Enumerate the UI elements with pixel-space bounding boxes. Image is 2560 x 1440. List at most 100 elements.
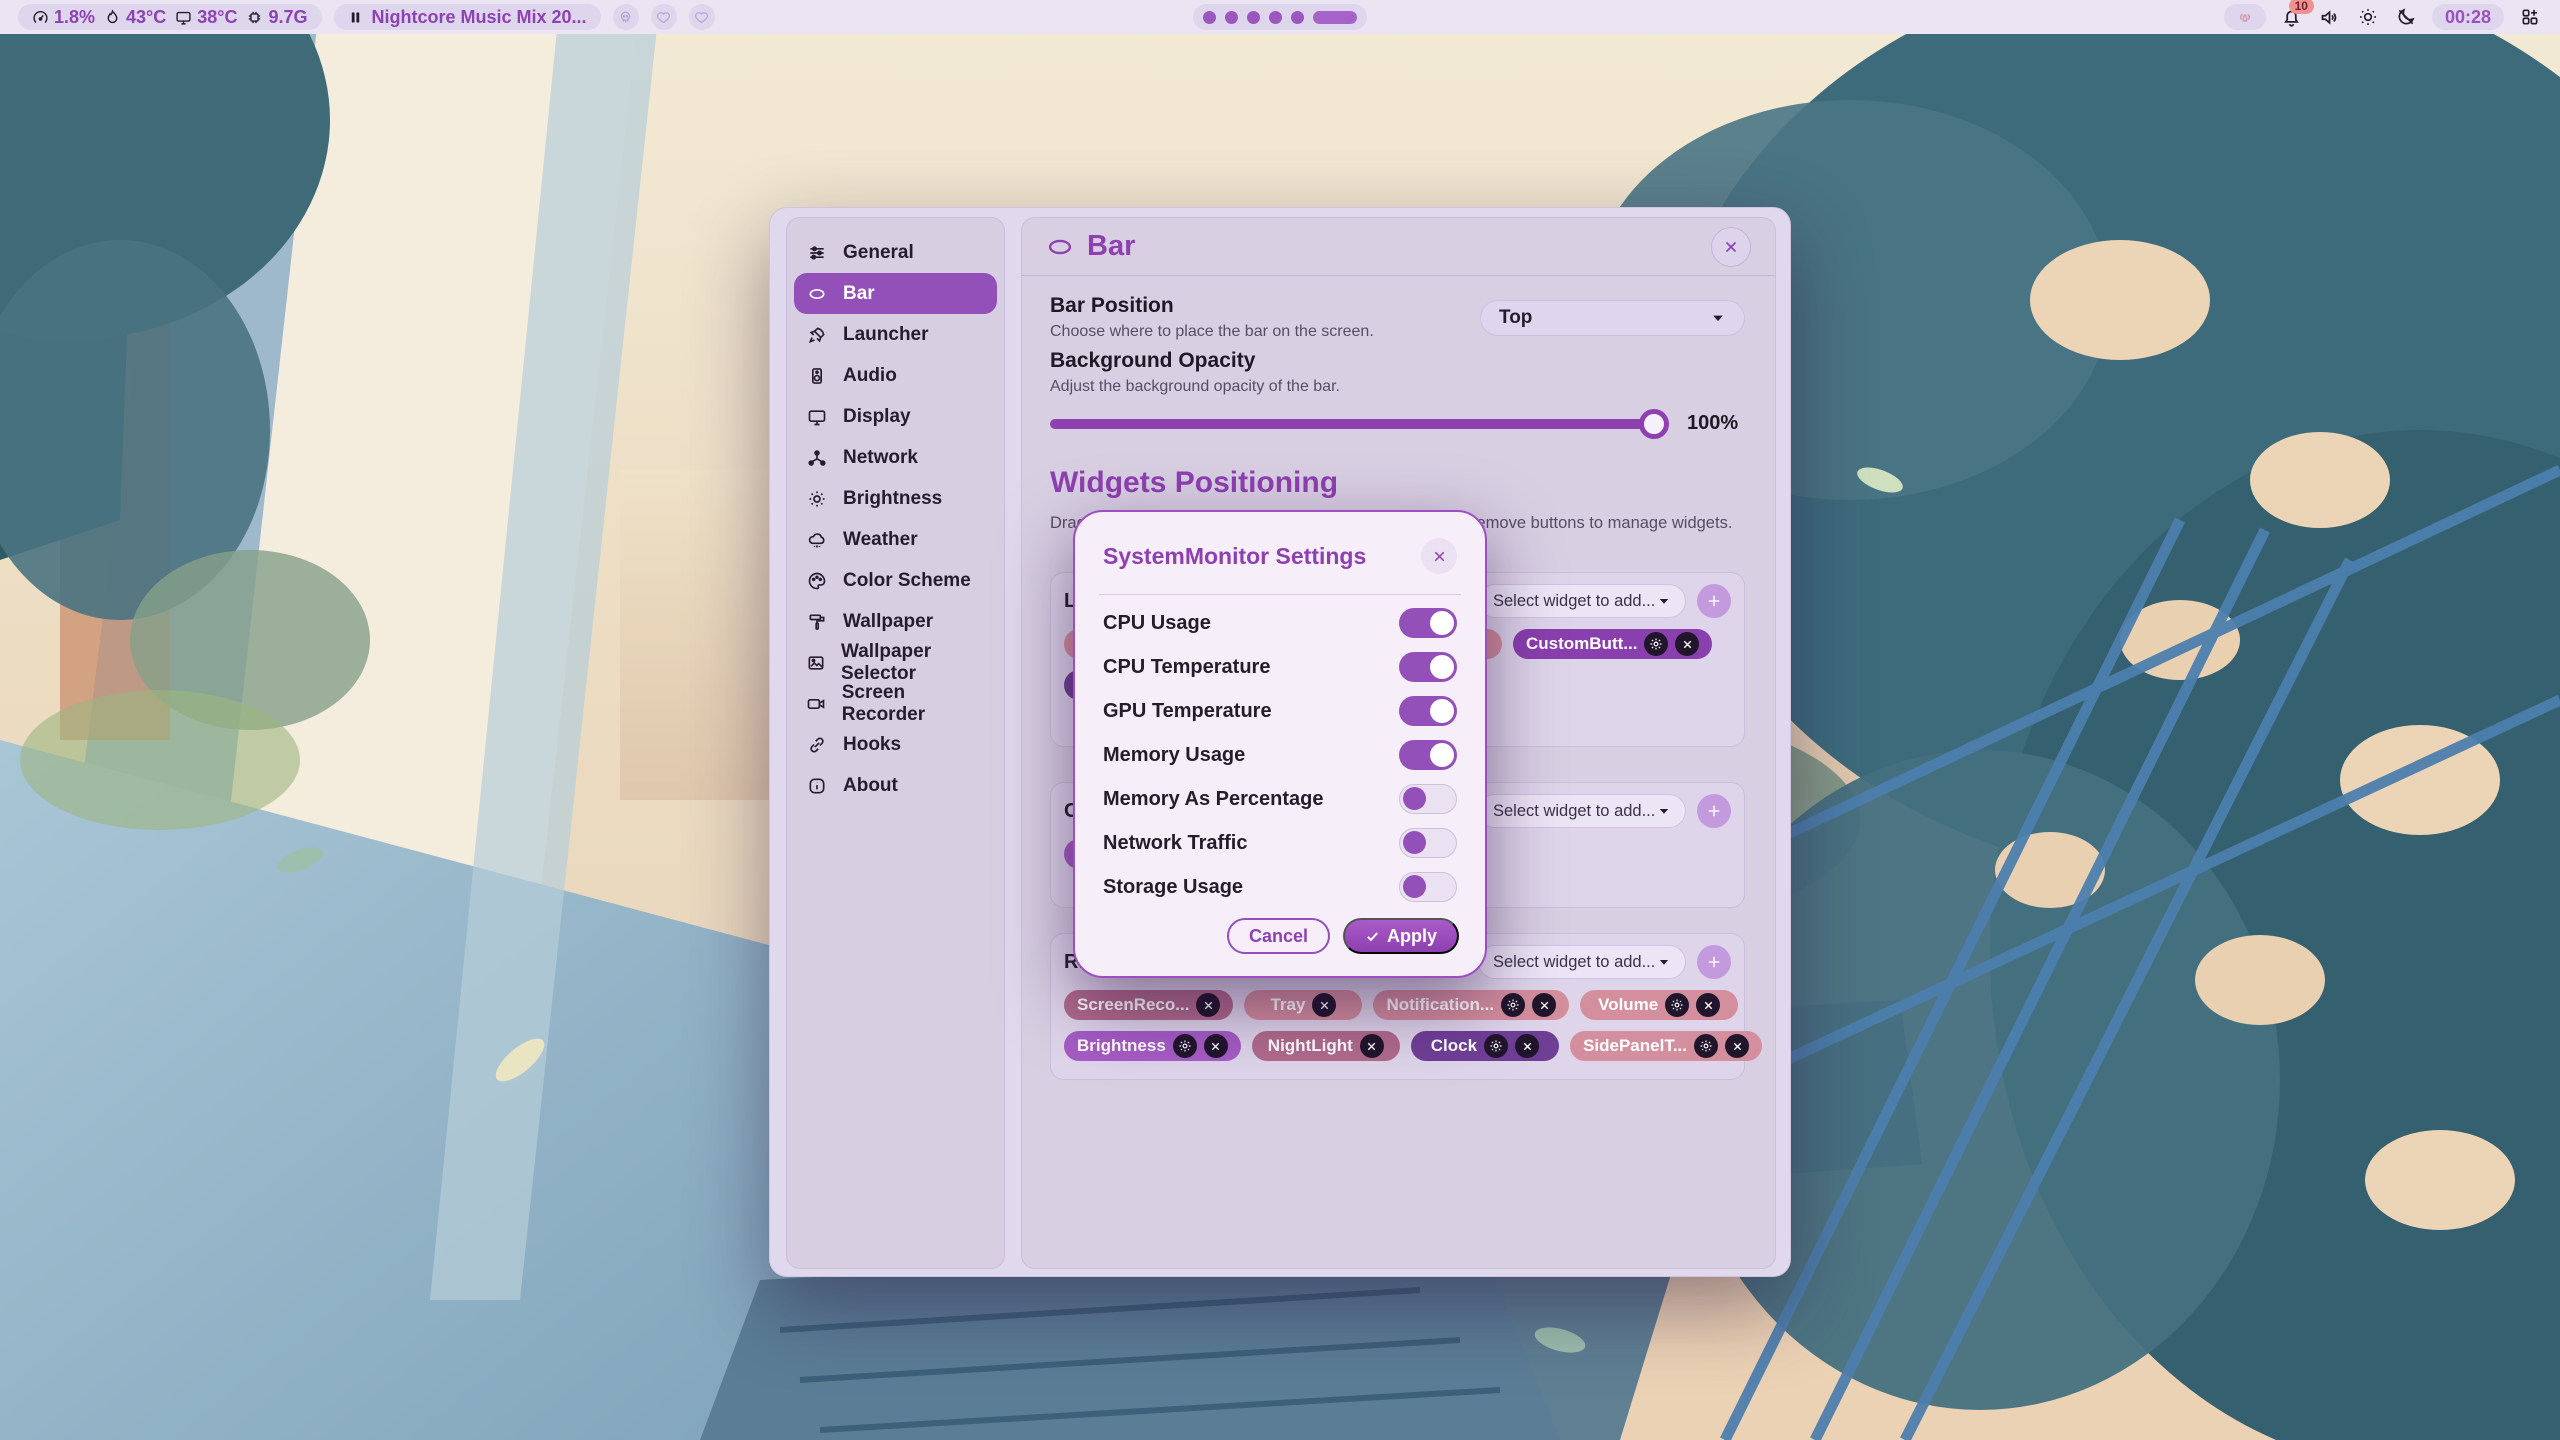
widget-chip[interactable]: Clock: [1411, 1031, 1559, 1061]
toggle-knob: [1430, 611, 1454, 635]
heart-button[interactable]: [689, 4, 715, 30]
toggle-label: Memory As Percentage: [1103, 788, 1323, 811]
toggle-row: Memory Usage: [1103, 733, 1457, 777]
close-icon: [1521, 1040, 1534, 1053]
widget-chip-label: Volume: [1598, 995, 1658, 1015]
workspace-dot[interactable]: [1291, 11, 1304, 24]
cancel-button[interactable]: Cancel: [1227, 918, 1330, 954]
widgets-positioning-title: Widgets Positioning: [1050, 466, 1338, 500]
widget-remove-button[interactable]: [1312, 993, 1336, 1017]
sidebar-item-network[interactable]: Network: [794, 437, 997, 478]
widget-chip[interactable]: Tray: [1244, 990, 1362, 1020]
sidebar-item-label: Weather: [843, 529, 918, 551]
heart-button[interactable]: [651, 4, 677, 30]
widget-remove-button[interactable]: [1360, 1034, 1384, 1058]
right-add-widget-button[interactable]: [1697, 945, 1731, 979]
sidebar-item-display[interactable]: Display: [794, 396, 997, 437]
toggle-memory-usage[interactable]: [1399, 740, 1457, 770]
gear-icon: [1506, 998, 1520, 1012]
toggle-cpu-usage[interactable]: [1399, 608, 1457, 638]
clock-widget[interactable]: 00:28: [2432, 4, 2504, 30]
widget-remove-button[interactable]: [1515, 1034, 1539, 1058]
tray-app-icon: [2237, 9, 2253, 25]
widget-settings-button[interactable]: [1484, 1034, 1508, 1058]
workspace-active-pill[interactable]: [1313, 11, 1357, 24]
widget-remove-button[interactable]: [1696, 993, 1720, 1017]
sidebar-item-hooks[interactable]: Hooks: [794, 724, 997, 765]
widget-remove-button[interactable]: [1204, 1034, 1228, 1058]
speaker-box-icon: [806, 366, 828, 386]
widget-remove-button[interactable]: [1725, 1034, 1749, 1058]
left-add-widget-select[interactable]: Select widget to add...: [1478, 584, 1686, 618]
bar-position-select[interactable]: Top: [1480, 300, 1745, 336]
skull-button[interactable]: [613, 4, 639, 30]
widget-chip[interactable]: Brightness: [1064, 1031, 1241, 1061]
sidebar-item-wallpaper[interactable]: Wallpaper: [794, 601, 997, 642]
right-add-widget-select[interactable]: Select widget to add...: [1478, 945, 1686, 979]
widget-settings-button[interactable]: [1644, 632, 1668, 656]
workspace-dot[interactable]: [1225, 11, 1238, 24]
toggle-memory-as-percentage[interactable]: [1399, 784, 1457, 814]
close-icon: [1202, 999, 1215, 1012]
dashboard-button[interactable]: [2518, 5, 2542, 29]
sidebar-item-about[interactable]: About: [794, 765, 997, 806]
workspace-indicator[interactable]: [1193, 4, 1367, 30]
add-widget-placeholder: Select widget to add...: [1493, 953, 1655, 972]
volume-button[interactable]: [2318, 5, 2342, 29]
sidebar-item-general[interactable]: General: [794, 232, 997, 273]
video-camera-icon: [806, 694, 827, 714]
widget-chip[interactable]: Notification...: [1373, 990, 1569, 1020]
sidebar-item-bar[interactable]: Bar: [794, 273, 997, 314]
widget-settings-button[interactable]: [1694, 1034, 1718, 1058]
sun-icon: [2358, 7, 2378, 27]
widget-remove-button[interactable]: [1532, 993, 1556, 1017]
opacity-slider-knob[interactable]: [1639, 409, 1669, 439]
cpu-temp-stat: 43°C: [104, 7, 166, 28]
modal-close-button[interactable]: [1421, 538, 1457, 574]
widget-chip[interactable]: NightLight: [1252, 1031, 1400, 1061]
widget-chip[interactable]: SidePanelT...: [1570, 1031, 1762, 1061]
widget-settings-button[interactable]: [1665, 993, 1689, 1017]
add-widget-placeholder: Select widget to add...: [1493, 592, 1655, 611]
widget-chip[interactable]: Volume: [1580, 990, 1738, 1020]
workspace-dot[interactable]: [1203, 11, 1216, 24]
apply-button[interactable]: Apply: [1343, 918, 1459, 954]
widget-chip[interactable]: CustomButt...: [1513, 629, 1712, 659]
sidebar-item-audio[interactable]: Audio: [794, 355, 997, 396]
toggle-storage-usage[interactable]: [1399, 872, 1457, 902]
close-icon: [1431, 548, 1448, 565]
panel-close-button[interactable]: [1711, 227, 1751, 267]
opacity-slider-track[interactable]: [1050, 419, 1665, 429]
workspace-dot[interactable]: [1247, 11, 1260, 24]
sidebar-item-launcher[interactable]: Launcher: [794, 314, 997, 355]
check-icon: [1365, 929, 1380, 944]
sidebar-item-wallpaper-selector[interactable]: Wallpaper Selector: [794, 642, 997, 683]
widget-settings-button[interactable]: [1173, 1034, 1197, 1058]
toggle-network-traffic[interactable]: [1399, 828, 1457, 858]
widget-remove-button[interactable]: [1675, 632, 1699, 656]
workspace-dot[interactable]: [1269, 11, 1282, 24]
cloud-icon: [806, 530, 828, 550]
tray-app-button[interactable]: [2224, 4, 2266, 30]
left-add-widget-button[interactable]: [1697, 584, 1731, 618]
sidebar-item-weather[interactable]: Weather: [794, 519, 997, 560]
widget-chip[interactable]: ScreenReco...: [1064, 990, 1233, 1020]
gear-icon: [1670, 998, 1684, 1012]
media-widget[interactable]: Nightcore Music Mix 20...: [334, 4, 601, 30]
center-add-widget-select[interactable]: Select widget to add...: [1478, 794, 1686, 828]
toggle-cpu-temperature[interactable]: [1399, 652, 1457, 682]
sidebar-item-color-scheme[interactable]: Color Scheme: [794, 560, 997, 601]
sidebar-item-screen-recorder[interactable]: Screen Recorder: [794, 683, 997, 724]
system-stats-widget[interactable]: 1.8% 43°C 38°C 9.7G: [18, 4, 322, 30]
night-light-button[interactable]: [2394, 5, 2418, 29]
notifications-button[interactable]: 10: [2280, 5, 2304, 29]
sidebar-item-brightness[interactable]: Brightness: [794, 478, 997, 519]
widget-settings-button[interactable]: [1501, 993, 1525, 1017]
toggle-gpu-temperature[interactable]: [1399, 696, 1457, 726]
add-widget-placeholder: Select widget to add...: [1493, 802, 1655, 821]
center-add-widget-button[interactable]: [1697, 794, 1731, 828]
brightness-button[interactable]: [2356, 5, 2380, 29]
toggle-knob: [1403, 875, 1426, 898]
apply-button-label: Apply: [1387, 926, 1437, 947]
widget-remove-button[interactable]: [1196, 993, 1220, 1017]
